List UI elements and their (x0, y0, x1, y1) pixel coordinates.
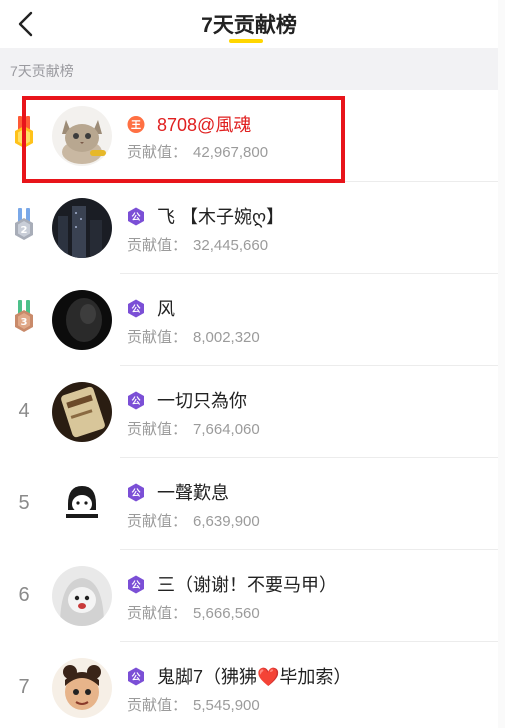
avatar[interactable] (52, 106, 112, 166)
purple-hexagon-badge-icon: 公 (128, 667, 144, 686)
cat-avatar-image (52, 106, 112, 166)
ranking-row[interactable]: 5 公 一聲歎息 贡献值： 6,639,900 (0, 458, 498, 550)
crown-badge-icon: 王 (127, 116, 145, 133)
ranking-row[interactable]: 6 公 三（谢谢！不要马甲） 贡献值： 5,666,560 (0, 550, 498, 642)
bronze-medal-icon: 3 (15, 300, 33, 332)
purple-hexagon-badge-icon: 公 (128, 483, 144, 502)
contribution-value: 贡献值： 42,967,800 (127, 144, 269, 161)
avatar[interactable] (52, 198, 112, 258)
contribution-value: 贡献值： 6,639,900 (127, 513, 260, 530)
page-title: 7天贡献榜 (201, 14, 297, 37)
rank-number: 7 (18, 676, 30, 698)
rank-number: 6 (18, 584, 30, 606)
svg-text:2: 2 (21, 225, 28, 236)
svg-text:王: 王 (131, 120, 141, 132)
cartoon-avatar-image (52, 474, 112, 534)
user-name: 风 (157, 299, 175, 319)
user-name: 一切只為你 (157, 391, 247, 411)
avatar[interactable] (52, 474, 112, 534)
svg-text:公: 公 (131, 580, 140, 591)
avatar[interactable] (52, 658, 112, 718)
contribution-value: 贡献值： 32,445,660 (127, 237, 269, 254)
active-tab-indicator (229, 39, 263, 43)
purple-hexagon-badge-icon: 公 (128, 575, 144, 594)
contribution-value: 贡献值： 8,002,320 (127, 329, 260, 346)
silver-medal-icon: 2 (15, 208, 33, 240)
gold-medal-icon (15, 116, 33, 148)
user-name: 飞 【木子婉ღ】 (157, 207, 285, 227)
svg-text:公: 公 (131, 212, 140, 223)
ranking-row[interactable]: 2 公 飞 【木子婉ღ】 贡献值： 32,445,660 (0, 182, 498, 274)
svg-text:公: 公 (131, 396, 140, 407)
purple-hexagon-badge-icon: 公 (128, 299, 144, 318)
ranking-row[interactable]: 3 公 风 贡献值： 8,002,320 (0, 274, 498, 366)
purple-hexagon-badge-icon: 公 (128, 207, 144, 226)
avatar[interactable] (52, 382, 112, 442)
contribution-value: 贡献值： 5,545,900 (127, 697, 260, 714)
user-name: 鬼脚7（狒狒❤️毕加索） (157, 667, 352, 687)
user-name: 8708@風魂 (157, 115, 252, 135)
city-night-avatar-image (52, 198, 112, 258)
ranking-list: 王 8708@風魂 贡献值： 42,967,800 2 公 飞 【木子婉ღ】 贡… (0, 90, 498, 728)
wine-bottle-avatar-image (52, 382, 112, 442)
svg-text:公: 公 (131, 672, 140, 683)
contribution-value: 贡献值： 5,666,560 (127, 605, 260, 622)
avatar[interactable] (52, 290, 112, 350)
ranking-row[interactable]: 7 公 鬼脚7（狒狒❤️毕加索） 贡献值： 5,545,900 (0, 642, 498, 728)
hooded-cat-avatar-image (52, 566, 112, 626)
ranking-row[interactable]: 王 8708@風魂 贡献值： 42,967,800 (0, 90, 498, 182)
rank-number: 5 (18, 492, 30, 514)
dark-figure-avatar-image (52, 290, 112, 350)
section-header-label: 7天贡献榜 (10, 63, 74, 79)
avatar[interactable] (52, 566, 112, 626)
navigation-bar: 7天贡献榜 (0, 0, 498, 48)
purple-hexagon-badge-icon: 公 (128, 391, 144, 410)
svg-text:公: 公 (131, 304, 140, 315)
section-header: 7天贡献榜 (0, 48, 498, 90)
user-name: 一聲歎息 (157, 483, 229, 503)
svg-text:3: 3 (21, 317, 28, 328)
animated-character-avatar-image (52, 658, 112, 718)
svg-text:公: 公 (131, 488, 140, 499)
ranking-row[interactable]: 4 公 一切只為你 贡献值： 7,664,060 (0, 366, 498, 458)
user-name: 三（谢谢！不要马甲） (157, 575, 337, 595)
scroll-edge (498, 0, 505, 728)
contribution-value: 贡献值： 7,664,060 (127, 421, 260, 438)
rank-number: 4 (18, 400, 30, 422)
